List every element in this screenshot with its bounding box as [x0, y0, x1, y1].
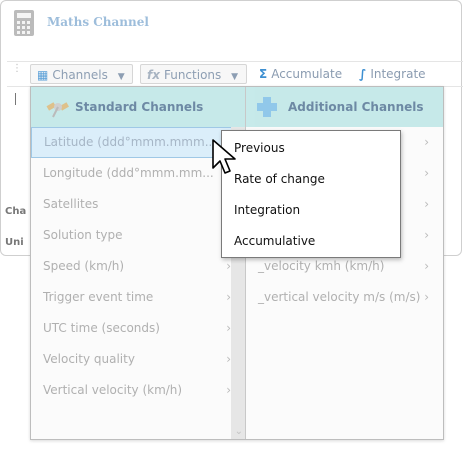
channel-item-trigger-event-time[interactable]: Trigger event time › [31, 282, 245, 313]
channel-item-velocity-quality[interactable]: Velocity quality › [31, 344, 245, 375]
channel-item-label: Satellites [43, 197, 99, 211]
channels-label: Channels [52, 68, 108, 82]
units-label: Uni [5, 237, 24, 248]
chevron-right-icon: › [424, 228, 429, 242]
window-title: Maths Channel [47, 15, 149, 29]
mouse-pointer-icon [212, 139, 236, 174]
chevron-right-icon: › [424, 135, 429, 149]
submenu-item-integration[interactable]: Integration [222, 195, 400, 226]
channel-item-vertical-velocity[interactable]: Vertical velocity (km/h) › [31, 375, 245, 406]
additional-item-vertical-velocity-ms[interactable]: _vertical velocity m/s (m/s) › [246, 282, 443, 313]
channel-item-label: Longitude (ddd°mmm.mm... [43, 166, 214, 180]
calculator-icon [14, 10, 34, 36]
channel-function-submenu: Previous Rate of change Integration Accu… [221, 130, 401, 258]
standard-channels-title: Standard Channels [75, 100, 204, 114]
channel-item-label: Solution type [43, 228, 123, 242]
chevron-right-icon: › [424, 197, 429, 211]
additional-item-label: _vertical velocity m/s (m/s) [258, 290, 421, 304]
channel-name-label: Cha [5, 206, 27, 217]
chevron-down-icon: ▼ [231, 72, 239, 82]
channel-item-label: Trigger event time [43, 290, 154, 304]
chevron-down-icon: ▼ [117, 72, 125, 82]
channel-item-label: Speed (km/h) [43, 259, 125, 273]
sigma-icon: Σ [259, 67, 268, 81]
additional-item-label: _velocity kmh (km/h) [258, 259, 385, 273]
toolbar: ⋮ ▦ Channels ▼ fx Functions ▼ Σ Accumulate … [7, 61, 463, 87]
additional-channels-header: Additional Channels [246, 87, 443, 127]
channel-item-utc-time[interactable]: UTC time (seconds) › [31, 313, 245, 344]
channel-item-label: Latitude (ddd°mmm.mmm... [44, 135, 217, 149]
submenu-item-accumulative[interactable]: Accumulative [222, 226, 400, 257]
channel-item-label: Velocity quality [43, 352, 135, 366]
accumulate-label: Accumulate [271, 67, 343, 81]
channel-item-solution-type[interactable]: Solution type › [31, 220, 245, 251]
functions-dropdown-button[interactable]: fx Functions ▼ [140, 64, 247, 84]
integrate-label: Integrate [370, 67, 426, 81]
integrate-button[interactable]: ∫ Integrate [359, 64, 426, 84]
table-icon: ▦ [37, 68, 49, 82]
chevron-down-icon[interactable]: ⌄ [235, 426, 243, 437]
satellite-icon [46, 102, 69, 118]
submenu-item-rate-of-change[interactable]: Rate of change [222, 164, 400, 195]
expression-input[interactable] [15, 93, 16, 105]
channel-item-speed[interactable]: Speed (km/h) › [31, 251, 245, 282]
plus-icon [257, 97, 277, 117]
channels-dropdown-button[interactable]: ▦ Channels ▼ [30, 64, 133, 84]
channel-item-label: UTC time (seconds) [43, 321, 160, 335]
channel-item-satellites[interactable]: Satellites › [31, 189, 245, 220]
chevron-right-icon: › [424, 166, 429, 180]
chevron-right-icon: › [424, 290, 429, 304]
additional-channels-title: Additional Channels [288, 100, 424, 114]
functions-label: Functions [163, 68, 222, 82]
channel-item-label: Vertical velocity (km/h) [43, 383, 183, 397]
integral-icon: ∫ [359, 67, 367, 81]
chevron-right-icon: › [424, 259, 429, 273]
standard-channels-header: Standard Channels [31, 87, 245, 127]
submenu-item-previous[interactable]: Previous [222, 133, 400, 164]
toolbar-grip-icon[interactable]: ⋮ [12, 64, 23, 74]
function-icon: fx [147, 68, 160, 82]
accumulate-button[interactable]: Σ Accumulate [259, 64, 342, 84]
